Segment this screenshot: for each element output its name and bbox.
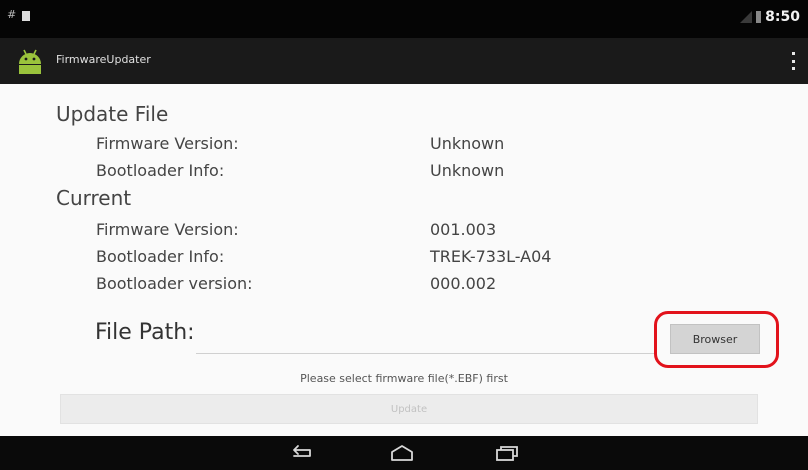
update-firmware-version-value: Unknown: [430, 134, 505, 153]
status-time: 8:50: [765, 9, 800, 25]
current-bootloader-info-label: Bootloader Info:: [96, 247, 225, 266]
file-path-input[interactable]: [196, 332, 654, 354]
back-icon[interactable]: [280, 442, 320, 464]
current-firmware-version-value: 001.003: [430, 220, 497, 239]
app-title: FirmwareUpdater: [56, 53, 151, 66]
action-bar: FirmwareUpdater: [0, 38, 808, 84]
update-firmware-version-label: Firmware Version:: [96, 134, 239, 153]
battery-icon: [756, 11, 762, 23]
status-notification-glyph: #: [7, 8, 17, 21]
update-file-heading: Update File: [56, 102, 169, 126]
current-bootloader-version-label: Bootloader version:: [96, 274, 253, 293]
update-bootloader-info-value: Unknown: [430, 161, 505, 180]
status-right: 8:50: [740, 9, 800, 25]
overflow-menu-icon[interactable]: [790, 52, 796, 70]
update-button[interactable]: Update: [60, 394, 758, 424]
notification-icon: [22, 11, 30, 21]
current-firmware-version-label: Firmware Version:: [96, 220, 239, 239]
browse-button[interactable]: Browser: [670, 324, 760, 354]
select-file-hint: Please select firmware file(*.EBF) first: [300, 372, 508, 385]
navigation-bar: [0, 436, 808, 470]
current-bootloader-version-value: 000.002: [430, 274, 497, 293]
update-bootloader-info-label: Bootloader Info:: [96, 161, 225, 180]
home-icon[interactable]: [382, 442, 422, 464]
signal-icon: [740, 11, 753, 23]
recents-icon[interactable]: [486, 442, 526, 464]
current-heading: Current: [56, 186, 132, 210]
main-content: Update File Firmware Version: Unknown Bo…: [0, 84, 808, 436]
file-path-label: File Path:: [95, 320, 195, 345]
android-icon: [19, 49, 41, 74]
current-bootloader-info-value: TREK-733L-A04: [430, 247, 552, 266]
status-bar: # 8:50: [0, 0, 808, 38]
